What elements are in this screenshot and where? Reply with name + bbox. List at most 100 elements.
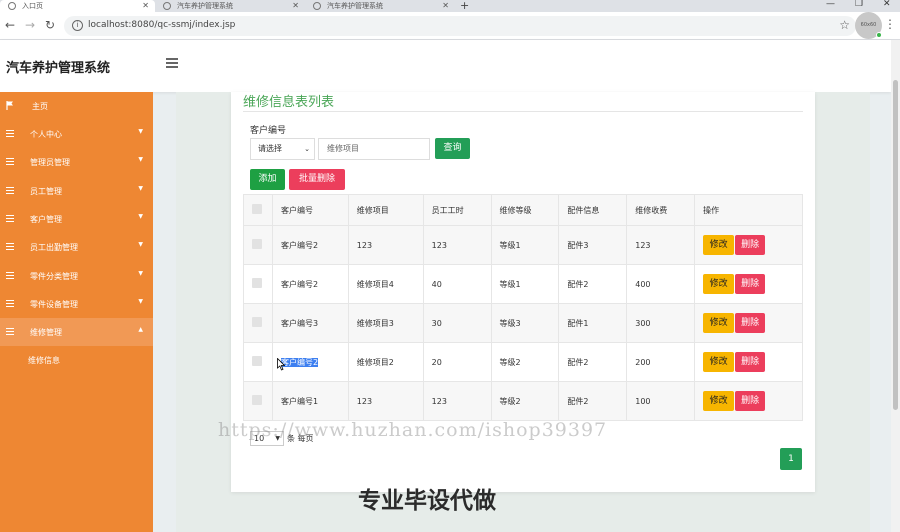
- customer-select[interactable]: 请选择 ⌄: [250, 138, 315, 160]
- watermark-url: https://www.huzhan.com/ishop39397: [218, 419, 608, 441]
- edit-button[interactable]: 修改: [703, 274, 735, 294]
- sidebar-item-attendance[interactable]: 员工出勤管理 ▼: [0, 233, 153, 261]
- table-cell: 40: [422, 264, 492, 304]
- maximize-icon[interactable]: ❐: [855, 0, 863, 9]
- info-icon[interactable]: i: [72, 20, 83, 31]
- table-cell: 等级1: [490, 264, 560, 304]
- hamburger-icon[interactable]: [166, 58, 178, 68]
- sidebar-item-label: 主页: [32, 102, 48, 111]
- list-icon: [6, 328, 14, 335]
- url-text: localhost:8080/qc-ssmj/index.jsp: [88, 20, 236, 30]
- list-icon: [6, 243, 14, 250]
- row-checkbox[interactable]: [252, 317, 262, 327]
- delete-button[interactable]: 删除: [735, 352, 766, 372]
- watermark-text: 专业毕设代做: [358, 488, 496, 514]
- caret-up-icon: ▲: [138, 326, 143, 333]
- sidebar-item-profile[interactable]: 个人中心 ▼: [0, 120, 153, 148]
- table-row: 客户编号2 维修项目2 20 等级2 配件2 200 修改 删除: [243, 342, 803, 382]
- close-icon[interactable]: ✕: [442, 0, 449, 12]
- caret-down-icon: ▼: [138, 156, 143, 163]
- sidebar-item-repair[interactable]: 维修管理 ▲: [0, 318, 153, 346]
- sidebar-item-label: 员工出勤管理: [30, 243, 78, 252]
- delete-button[interactable]: 删除: [735, 391, 766, 411]
- close-icon[interactable]: ✕: [142, 0, 149, 12]
- table-cell: 配件2: [558, 342, 628, 382]
- table-cell: 配件3: [558, 225, 628, 265]
- online-status-dot: [876, 32, 882, 38]
- row-checkbox[interactable]: [252, 356, 262, 366]
- edit-button[interactable]: 修改: [703, 313, 735, 333]
- table-cell: 配件1: [558, 303, 628, 343]
- repair-item-input[interactable]: 维修项目: [318, 138, 430, 160]
- query-button[interactable]: 查询: [435, 138, 470, 159]
- close-icon[interactable]: ✕: [292, 0, 299, 12]
- sidebar-item-label: 个人中心: [30, 130, 62, 139]
- delete-button[interactable]: 删除: [735, 235, 766, 255]
- table-row: 客户编号3 维修项目3 30 等级3 配件1 300 修改 删除: [243, 303, 803, 343]
- table-cell: 客户编号1: [271, 381, 349, 421]
- chevron-down-icon: ⌄: [304, 145, 310, 153]
- column-header: 客户编号: [271, 194, 349, 226]
- delete-button[interactable]: 删除: [735, 274, 766, 294]
- bookmark-star-icon[interactable]: ☆: [839, 18, 850, 32]
- selected-text: 客户编号2: [280, 357, 319, 367]
- globe-icon: [313, 2, 321, 10]
- url-input[interactable]: i localhost:8080/qc-ssmj/index.jsp ☆: [64, 16, 856, 36]
- sidebar-subitem-repair-info[interactable]: 维修信息: [0, 347, 153, 373]
- sidebar-subitem-label: 维修信息: [28, 356, 60, 365]
- row-checkbox[interactable]: [252, 278, 262, 288]
- select-all-cell[interactable]: [243, 194, 273, 226]
- list-icon: [6, 187, 14, 194]
- sidebar-item-part-equipment[interactable]: 零件设备管理 ▼: [0, 290, 153, 318]
- column-header: 维修收费: [626, 194, 696, 226]
- table-cell: 123: [347, 381, 424, 421]
- browser-tab-2[interactable]: 汽车养护管理系统 ✕: [155, 0, 305, 12]
- add-button[interactable]: 添加: [250, 169, 285, 190]
- scrollbar-thumb[interactable]: [893, 80, 898, 410]
- sidebar-item-employee[interactable]: 员工管理 ▼: [0, 177, 153, 205]
- sidebar-item-part-category[interactable]: 零件分类管理 ▼: [0, 262, 153, 290]
- caret-down-icon: ▼: [138, 270, 143, 277]
- repair-table: 客户编号 维修项目 员工工时 维修等级 配件信息 维修收费 操作 客户编号2 1…: [243, 194, 803, 421]
- delete-button[interactable]: 删除: [735, 313, 766, 333]
- reload-icon[interactable]: ↻: [43, 18, 57, 32]
- mouse-cursor-icon: [277, 358, 285, 371]
- table-header-row: 客户编号 维修项目 员工工时 维修等级 配件信息 维修收费 操作: [243, 194, 803, 226]
- forward-icon[interactable]: →: [23, 18, 37, 32]
- browser-tab-1[interactable]: 入口页 ✕: [0, 0, 155, 12]
- table-cell: 等级3: [490, 303, 560, 343]
- pagination-page-1[interactable]: 1: [780, 448, 802, 470]
- batch-delete-button[interactable]: 批量删除: [289, 169, 345, 190]
- list-icon: [6, 215, 14, 222]
- edit-button[interactable]: 修改: [703, 352, 735, 372]
- window-close-icon[interactable]: ✕: [883, 0, 891, 9]
- sidebar-item-label: 员工管理: [30, 187, 62, 196]
- sidebar-item-customer[interactable]: 客户管理 ▼: [0, 205, 153, 233]
- column-header: 员工工时: [422, 194, 492, 226]
- table-cell: 客户编号3: [271, 303, 349, 343]
- table-cell: 客户编号2: [271, 225, 349, 265]
- page-title: 维修信息表列表: [243, 95, 335, 110]
- back-icon[interactable]: ←: [3, 18, 17, 32]
- select-all-checkbox[interactable]: [252, 204, 262, 214]
- sidebar-item-admin[interactable]: 管理员管理 ▼: [0, 148, 153, 176]
- minimize-icon[interactable]: —: [826, 0, 835, 9]
- column-header: 维修等级: [490, 194, 560, 226]
- table-cell: 配件2: [558, 264, 628, 304]
- tab-title: 汽车养护管理系统: [327, 2, 383, 10]
- caret-down-icon: ▼: [138, 128, 143, 135]
- table-cell: 123: [422, 225, 492, 265]
- row-checkbox[interactable]: [252, 239, 262, 249]
- browser-tab-3[interactable]: 汽车养护管理系统 ✕: [305, 0, 455, 12]
- table-cell: 20: [422, 342, 492, 382]
- table-cell: 客户编号2: [271, 264, 349, 304]
- sidebar-item-label: 零件分类管理: [30, 272, 78, 281]
- edit-button[interactable]: 修改: [703, 235, 735, 255]
- edit-button[interactable]: 修改: [703, 391, 735, 411]
- table-cell: 200: [626, 342, 696, 382]
- new-tab-icon[interactable]: +: [460, 0, 469, 12]
- more-menu-icon[interactable]: ⋮: [884, 17, 896, 31]
- row-checkbox[interactable]: [252, 395, 262, 405]
- sidebar-item-home[interactable]: 主页: [0, 92, 153, 120]
- column-header: 维修项目: [347, 194, 424, 226]
